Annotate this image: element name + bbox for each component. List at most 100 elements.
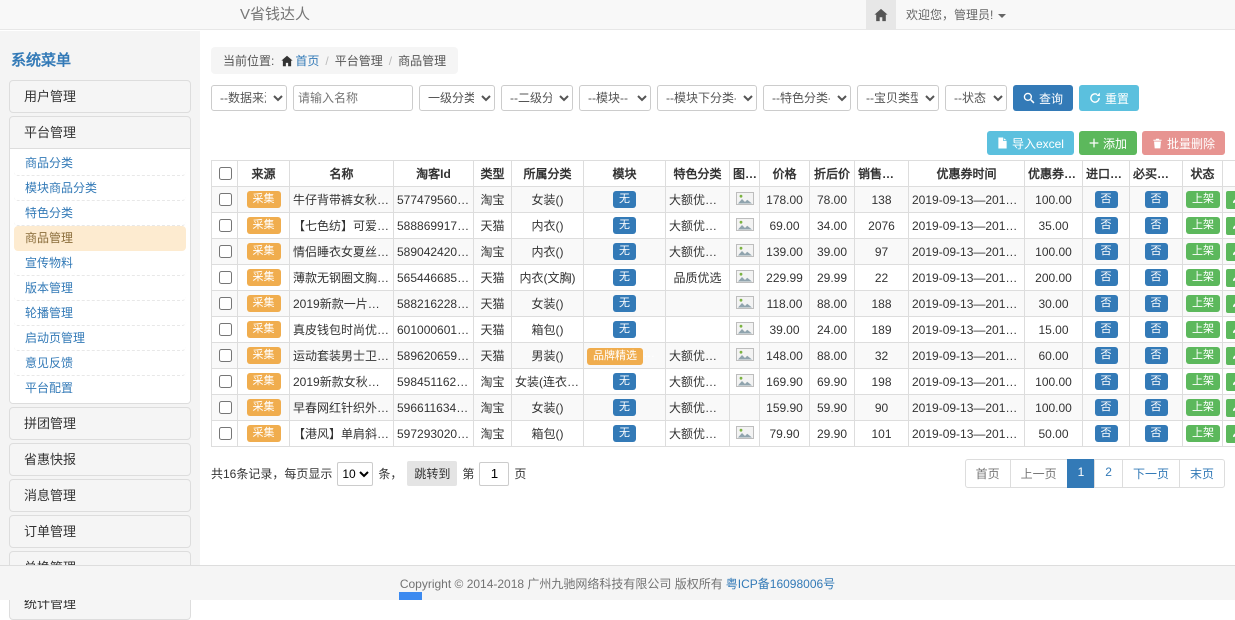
table-row: 采集【港风】单肩斜跨链条...597293020870淘宝箱包()无大额优惠券7… — [212, 421, 1235, 447]
operations-cell — [1223, 187, 1235, 213]
discount-price-cell: 69.90 — [810, 369, 855, 395]
page-button[interactable]: 1 — [1067, 459, 1096, 488]
discount-price-cell: 88.00 — [810, 343, 855, 369]
type-cell: 天猫 — [474, 213, 512, 239]
row-checkbox[interactable] — [219, 271, 232, 284]
feature-cell: 大额优惠券 — [666, 421, 730, 447]
home-button[interactable] — [866, 0, 896, 30]
icp-link[interactable]: 粤ICP备16098006号 — [726, 575, 835, 592]
edit-button[interactable] — [1226, 399, 1235, 417]
breadcrumb-home-link[interactable]: 首页 — [295, 54, 319, 68]
sales-cell: 189 — [855, 317, 909, 343]
batch-delete-label: 批量删除 — [1167, 135, 1215, 152]
module-badge: 无 — [613, 321, 636, 337]
item-type-select[interactable]: --宝贝类型-- — [857, 85, 939, 111]
row-checkbox[interactable] — [219, 297, 232, 310]
select-all-checkbox[interactable] — [219, 167, 232, 180]
row-checkbox[interactable] — [219, 401, 232, 414]
discount-price-cell: 24.00 — [810, 317, 855, 343]
page-button[interactable]: 末页 — [1179, 459, 1225, 488]
page-number-input[interactable] — [479, 462, 509, 486]
coupon-amount-cell: 100.00 — [1025, 239, 1083, 265]
column-header: 名称 — [290, 161, 394, 187]
page-button[interactable]: 首页 — [965, 459, 1011, 488]
price-cell: 118.00 — [760, 291, 810, 317]
must-buy-badge: 否 — [1145, 347, 1168, 363]
row-checkbox[interactable] — [219, 375, 232, 388]
price-cell: 148.00 — [760, 343, 810, 369]
operations-cell — [1223, 291, 1235, 317]
product-thumbnail-icon — [736, 374, 754, 387]
edit-button[interactable] — [1226, 347, 1235, 365]
product-thumbnail-icon — [736, 296, 754, 309]
sidebar-item[interactable]: 意见反馈 — [14, 351, 186, 376]
feature-category-select[interactable]: --特色分类-- — [763, 85, 851, 111]
sidebar-item[interactable]: 版本管理 — [14, 276, 186, 301]
module-cell: 无 — [584, 239, 666, 265]
icon-cell — [730, 421, 760, 447]
edit-button[interactable] — [1226, 373, 1235, 391]
imported-badge: 否 — [1095, 295, 1118, 311]
sidebar-section-header[interactable]: 用户管理 — [10, 81, 190, 112]
import-excel-button[interactable]: 导入excel — [987, 131, 1074, 155]
imported-badge: 否 — [1095, 399, 1118, 415]
module-sub-category-select[interactable]: --模块下分类-- — [657, 85, 757, 111]
sidebar-item[interactable]: 商品管理 — [14, 226, 186, 251]
batch-delete-button[interactable]: 批量删除 — [1142, 131, 1225, 155]
row-checkbox[interactable] — [219, 219, 232, 232]
operations-cell — [1223, 213, 1235, 239]
icon-cell — [730, 239, 760, 265]
page-button[interactable]: 下一页 — [1122, 459, 1180, 488]
data-source-select[interactable]: --数据来源-- — [211, 85, 287, 111]
must-buy: 否 — [1130, 369, 1183, 395]
add-button[interactable]: 添加 — [1079, 131, 1137, 155]
discount-price-cell: 29.90 — [810, 421, 855, 447]
sidebar-panel: 用户管理 — [9, 80, 191, 113]
coupon-time-cell: 2019-09-13—2019-09-17 — [909, 265, 1025, 291]
page-button[interactable]: 2 — [1094, 459, 1123, 488]
sidebar-section-header[interactable]: 拼团管理 — [10, 408, 190, 439]
status-select[interactable]: --状态-- — [945, 85, 1007, 111]
sidebar-section-header[interactable]: 消息管理 — [10, 480, 190, 511]
name-input[interactable] — [293, 85, 413, 111]
level1-category-select[interactable]: 一级分类 — [419, 85, 495, 111]
level2-category-select[interactable]: --二级分类-- — [501, 85, 573, 111]
taoke-id-cell: 577479560965 — [394, 187, 474, 213]
sidebar-item[interactable]: 平台配置 — [14, 376, 186, 401]
user-menu[interactable]: 欢迎您，管理员! — [906, 0, 1006, 30]
edit-button[interactable] — [1226, 295, 1235, 313]
sidebar-item[interactable]: 轮播管理 — [14, 301, 186, 326]
sidebar-panel: 拼团管理 — [9, 407, 191, 440]
search-button[interactable]: 查询 — [1013, 85, 1073, 111]
edit-button[interactable] — [1226, 217, 1235, 235]
sidebar-item[interactable]: 宣传物料 — [14, 251, 186, 276]
per-page-select[interactable]: 10 — [337, 462, 373, 486]
edit-button[interactable] — [1226, 269, 1235, 287]
breadcrumb-item: 商品管理 — [398, 54, 446, 68]
category-cell: 女装(连衣裙) — [512, 369, 584, 395]
row-checkbox[interactable] — [219, 245, 232, 258]
column-header: 销售数量 — [855, 161, 909, 187]
sidebar-section-header[interactable]: 订单管理 — [10, 516, 190, 547]
page-button[interactable]: 上一页 — [1010, 459, 1068, 488]
edit-icon — [1231, 350, 1235, 361]
sidebar-item[interactable]: 启动页管理 — [14, 326, 186, 351]
jump-to-button[interactable]: 跳转到 — [407, 461, 457, 486]
row-checkbox[interactable] — [219, 323, 232, 336]
edit-button[interactable] — [1226, 425, 1235, 443]
reset-button[interactable]: 重置 — [1079, 85, 1139, 111]
sidebar-item[interactable]: 特色分类 — [14, 201, 186, 226]
sidebar-item[interactable]: 商品分类 — [14, 151, 186, 176]
category-cell: 女装() — [512, 187, 584, 213]
edit-button[interactable] — [1226, 191, 1235, 209]
module-select[interactable]: --模块-- — [579, 85, 651, 111]
row-checkbox[interactable] — [219, 349, 232, 362]
feature-cell: 大额优惠券 — [666, 187, 730, 213]
row-checkbox[interactable] — [219, 427, 232, 440]
sidebar-item[interactable]: 模块商品分类 — [14, 176, 186, 201]
edit-button[interactable] — [1226, 243, 1235, 261]
row-checkbox[interactable] — [219, 193, 232, 206]
sidebar-section-header[interactable]: 平台管理 — [10, 117, 190, 148]
sidebar-section-header[interactable]: 省惠快报 — [10, 444, 190, 475]
edit-button[interactable] — [1226, 321, 1235, 339]
